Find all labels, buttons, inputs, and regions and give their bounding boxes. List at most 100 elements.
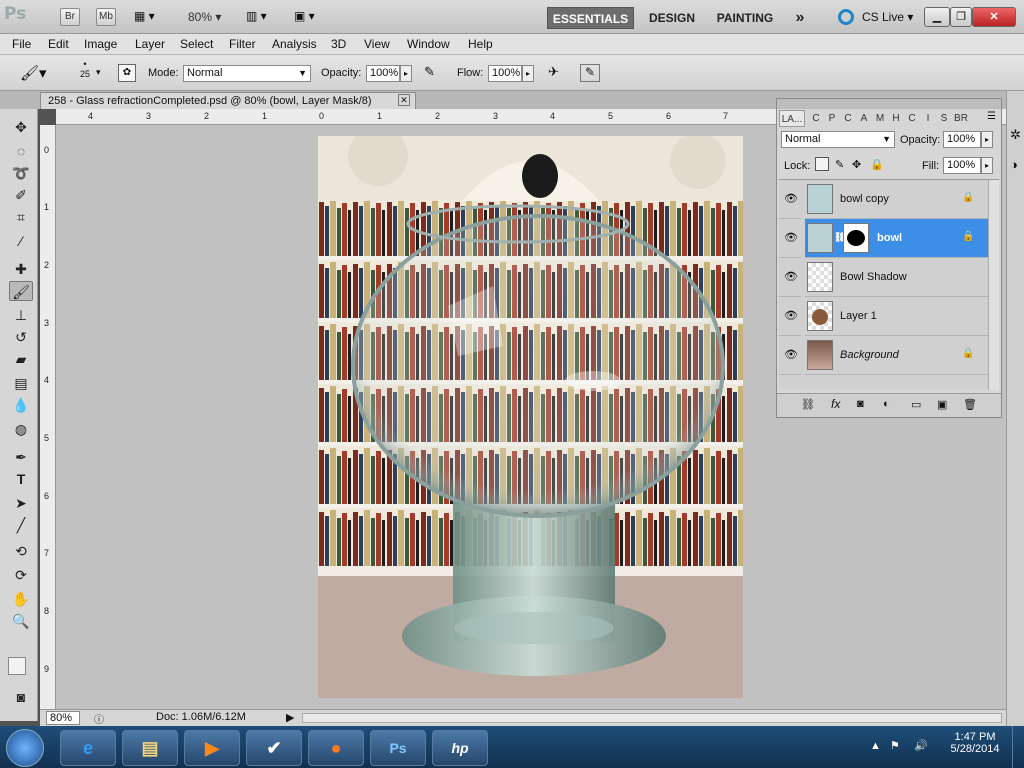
opacity-field[interactable]: 100% (366, 65, 400, 82)
crop-tool-icon[interactable]: ⌗ (9, 207, 33, 227)
show-hidden-icons-icon[interactable]: ▲ (870, 740, 881, 752)
healing-brush-tool-icon[interactable]: ✚ (9, 259, 33, 279)
workspace-essentials[interactable]: ESSENTIALS (547, 7, 634, 29)
opacity-slider-arrow-icon[interactable]: ▸ (400, 65, 412, 82)
layer-row[interactable]: bowl copy 🔒 (805, 180, 988, 219)
fill-field[interactable]: 100% (943, 157, 981, 174)
type-tool-icon[interactable]: T (9, 469, 33, 489)
tab-color[interactable]: C (841, 110, 855, 127)
layer-opacity-field[interactable]: 100% (943, 131, 981, 148)
file-explorer-icon[interactable]: ▤ (122, 730, 178, 766)
mode-select[interactable]: Normal ▼ (183, 65, 311, 82)
adjustment-layer-icon[interactable]: ◐ (883, 398, 890, 410)
menu-file[interactable]: File (12, 37, 31, 51)
menu-layer[interactable]: Layer (135, 37, 165, 51)
tab-swatches[interactable]: S (937, 110, 951, 127)
quick-mask-icon[interactable]: ◙ (9, 687, 33, 707)
flow-field[interactable]: 100% (488, 65, 522, 82)
close-button[interactable]: ✕ (972, 7, 1016, 27)
lock-transparency-icon[interactable] (815, 157, 829, 171)
lock-position-icon[interactable]: ✥ (852, 158, 861, 171)
layer-mask-thumbnail[interactable] (843, 223, 869, 253)
menu-image[interactable]: Image (84, 37, 117, 51)
brush-size-picker[interactable]: • 25 (78, 59, 92, 79)
eyedropper-tool-icon[interactable]: ⁄ (9, 231, 33, 251)
link-layers-icon[interactable]: ⛓ (801, 398, 815, 411)
volume-icon[interactable]: 🔊 (914, 739, 928, 752)
menu-edit[interactable]: Edit (48, 37, 69, 51)
bridge-button[interactable]: Br (60, 8, 80, 26)
eraser-tool-icon[interactable]: ▰ (9, 349, 33, 369)
hp-taskbar-icon[interactable]: hp (432, 730, 488, 766)
menu-window[interactable]: Window (407, 37, 450, 51)
layer-opacity-arrow-icon[interactable]: ▸ (981, 131, 993, 148)
screen-mode-button[interactable]: ▣ ▾ (294, 9, 315, 23)
menu-view[interactable]: View (364, 37, 390, 51)
lasso-tool-icon[interactable]: ➰ (9, 163, 33, 183)
status-menu-arrow-icon[interactable]: ▶ (286, 711, 294, 724)
mini-bridge-button[interactable]: Mb (96, 8, 116, 26)
layer-visibility-toggle[interactable]: 👁 (779, 258, 801, 297)
tab-history[interactable]: H (889, 110, 903, 127)
menu-filter[interactable]: Filter (229, 37, 256, 51)
menu-help[interactable]: Help (468, 37, 493, 51)
arrange-documents-button[interactable]: ▥ ▾ (246, 9, 267, 23)
layer-row[interactable]: Background 🔒 (805, 336, 988, 375)
horizontal-scrollbar[interactable] (302, 713, 1002, 723)
layer-visibility-toggle[interactable]: 👁 (779, 219, 801, 258)
move-tool-icon[interactable]: ✥ (9, 117, 33, 137)
firefox-icon[interactable]: ● (308, 730, 364, 766)
path-selection-tool-icon[interactable]: ➤ (9, 493, 33, 513)
tab-adjustments[interactable]: A (857, 110, 871, 127)
layer-row[interactable]: Bowl Shadow (805, 258, 988, 297)
history-brush-tool-icon[interactable]: ↺ (9, 327, 33, 347)
new-group-icon[interactable]: ▭ (911, 398, 921, 411)
layer-row[interactable]: Layer 1 (805, 297, 988, 336)
tab-character[interactable]: C (905, 110, 919, 127)
tab-channels[interactable]: C (809, 110, 823, 127)
blend-mode-select[interactable]: Normal ▼ (781, 131, 895, 148)
add-mask-icon[interactable]: ◙ (857, 398, 864, 410)
checkmark-app-icon[interactable]: ✔ (246, 730, 302, 766)
show-desktop-button[interactable] (1012, 726, 1024, 768)
quick-selection-tool-icon[interactable]: ✐ (9, 185, 33, 205)
tab-paths[interactable]: P (825, 110, 839, 127)
document-image[interactable] (318, 136, 743, 698)
brush-panel-toggle-icon[interactable]: ✿ (118, 64, 136, 82)
panel-menu-icon[interactable]: ☰ (987, 111, 996, 122)
color-icon[interactable]: ◑ (1010, 157, 1018, 172)
line-tool-icon[interactable]: ╱ (9, 515, 33, 535)
close-document-icon[interactable]: ✕ (398, 94, 410, 106)
pen-tool-icon[interactable]: ✒ (9, 447, 33, 467)
3d-rotate-tool-icon[interactable]: ⟲ (9, 541, 33, 561)
tab-layers[interactable]: LA... (779, 110, 805, 127)
minimize-button[interactable]: ▁ (924, 7, 950, 27)
status-zoom-field[interactable]: 80% (46, 711, 80, 725)
flow-slider-arrow-icon[interactable]: ▸ (522, 65, 534, 82)
brush-tool-icon[interactable]: 🖌 (9, 281, 33, 301)
menu-analysis[interactable]: Analysis (272, 37, 317, 51)
layer-style-icon[interactable]: fx (831, 397, 840, 411)
internet-explorer-icon[interactable]: e (60, 730, 116, 766)
layer-visibility-toggle[interactable]: 👁 (779, 336, 801, 375)
view-extras-button[interactable]: ▦ ▾ (134, 9, 166, 25)
brush-tool-preset-icon[interactable]: 🖌▾ (20, 64, 47, 82)
workspace-design[interactable]: DESIGN (644, 7, 700, 29)
layer-visibility-toggle[interactable]: 👁 (779, 297, 801, 336)
airbrush-icon[interactable]: ✈ (548, 64, 568, 82)
fill-arrow-icon[interactable]: ▸ (981, 157, 993, 174)
status-info-icon[interactable]: ⓘ (94, 711, 104, 726)
layer-visibility-toggle[interactable]: 👁 (779, 180, 801, 219)
hand-tool-icon[interactable]: ✋ (9, 589, 33, 609)
document-tab[interactable]: 258 - Glass refractionCompleted.psd @ 80… (40, 92, 416, 109)
clone-stamp-tool-icon[interactable]: ⊥ (9, 305, 33, 325)
cs-live-menu[interactable]: CS Live ▾ (862, 10, 913, 24)
pressure-opacity-icon[interactable]: ✎ (424, 64, 444, 82)
brush-picker-arrow-icon[interactable]: ▾ (96, 67, 101, 78)
tab-masks[interactable]: M (873, 110, 887, 127)
zoom-level-dropdown[interactable]: 80% ▾ (188, 10, 221, 24)
maximize-button[interactable]: ❐ (950, 7, 972, 27)
pressure-size-icon[interactable]: ✎ (580, 64, 600, 82)
tab-info[interactable]: I (921, 110, 935, 127)
zoom-tool-icon[interactable]: 🔍 (9, 611, 33, 631)
